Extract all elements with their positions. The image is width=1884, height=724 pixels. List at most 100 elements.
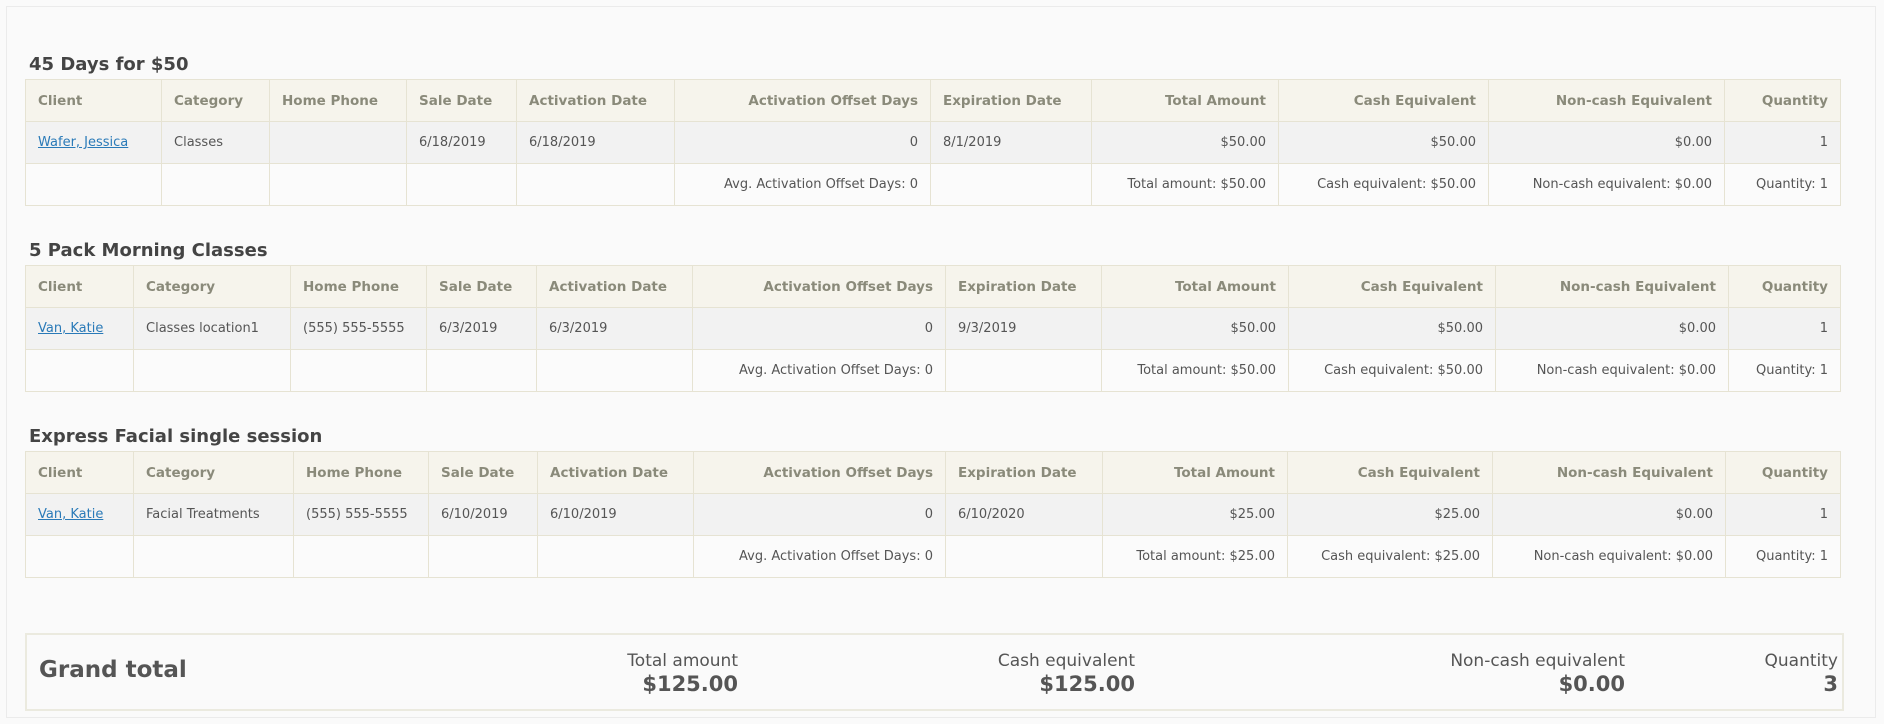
col-header-noncash-equivalent[interactable]: Non-cash Equivalent bbox=[1495, 265, 1729, 308]
col-header-sale-date[interactable]: Sale Date bbox=[406, 79, 517, 122]
grand-total-amount: Total amount $125.00 bbox=[627, 651, 738, 697]
col-header-category[interactable]: Category bbox=[161, 79, 270, 122]
col-header-cash-equivalent[interactable]: Cash Equivalent bbox=[1288, 265, 1496, 308]
cell-sale-date: 6/10/2019 bbox=[428, 493, 538, 536]
col-header-quantity[interactable]: Quantity bbox=[1725, 451, 1841, 494]
col-header-expiration-date[interactable]: Expiration Date bbox=[945, 451, 1103, 494]
col-header-quantity[interactable]: Quantity bbox=[1728, 265, 1841, 308]
table-header-row: Client Category Home Phone Sale Date Act… bbox=[25, 265, 1841, 308]
grand-quantity: Quantity 3 bbox=[1765, 651, 1838, 697]
cell-client: Van, Katie bbox=[25, 493, 134, 536]
cell-activation-date: 6/10/2019 bbox=[537, 493, 694, 536]
summary-noncash-equivalent: Non-cash equivalent: $0.00 bbox=[1495, 349, 1729, 392]
col-header-total-amount[interactable]: Total Amount bbox=[1091, 79, 1279, 122]
client-link[interactable]: Van, Katie bbox=[38, 507, 103, 522]
summary-row: Avg. Activation Offset Days: 0 Total amo… bbox=[25, 163, 1841, 206]
cell-quantity: 1 bbox=[1728, 307, 1841, 350]
col-header-client[interactable]: Client bbox=[25, 265, 134, 308]
cell-noncash-equivalent: $0.00 bbox=[1488, 121, 1725, 164]
col-header-category[interactable]: Category bbox=[133, 451, 294, 494]
summary-cash-equivalent: Cash equivalent: $25.00 bbox=[1287, 535, 1493, 578]
grand-total-panel: Grand total Total amount $125.00 Cash eq… bbox=[25, 633, 1844, 711]
grand-quantity-label: Quantity bbox=[1764, 651, 1838, 671]
summary-total-amount: Total amount: $50.00 bbox=[1091, 163, 1279, 206]
grand-noncash-equivalent-value: $0.00 bbox=[1558, 672, 1625, 696]
col-header-home-phone[interactable]: Home Phone bbox=[293, 451, 429, 494]
col-header-home-phone[interactable]: Home Phone bbox=[290, 265, 427, 308]
cell-home-phone: (555) 555-5555 bbox=[290, 307, 427, 350]
col-header-activation-date[interactable]: Activation Date bbox=[537, 451, 694, 494]
cell-total-amount: $50.00 bbox=[1101, 307, 1289, 350]
summary-noncash-equivalent: Non-cash equivalent: $0.00 bbox=[1492, 535, 1726, 578]
cell-quantity: 1 bbox=[1724, 121, 1841, 164]
grand-total-amount-label: Total amount bbox=[627, 651, 738, 671]
cell-noncash-equivalent: $0.00 bbox=[1495, 307, 1729, 350]
report-section: 5 Pack Morning Classes Client Category H… bbox=[25, 237, 1841, 392]
cell-quantity: 1 bbox=[1725, 493, 1841, 536]
grand-noncash-equivalent-label: Non-cash equivalent bbox=[1450, 651, 1625, 671]
col-header-sale-date[interactable]: Sale Date bbox=[426, 265, 537, 308]
cell-client: Van, Katie bbox=[25, 307, 134, 350]
cell-total-amount: $50.00 bbox=[1091, 121, 1279, 164]
summary-row: Avg. Activation Offset Days: 0 Total amo… bbox=[25, 349, 1841, 392]
col-header-home-phone[interactable]: Home Phone bbox=[269, 79, 407, 122]
col-header-offset-days[interactable]: Activation Offset Days bbox=[693, 451, 946, 494]
summary-quantity: Quantity: 1 bbox=[1728, 349, 1841, 392]
col-header-noncash-equivalent[interactable]: Non-cash Equivalent bbox=[1492, 451, 1726, 494]
cell-expiration-date: 9/3/2019 bbox=[945, 307, 1102, 350]
grand-noncash-equivalent: Non-cash equivalent $0.00 bbox=[1450, 651, 1625, 697]
grand-cash-equivalent-value: $125.00 bbox=[1039, 672, 1135, 696]
summary-avg-offset: Avg. Activation Offset Days: 0 bbox=[693, 535, 946, 578]
summary-row: Avg. Activation Offset Days: 0 Total amo… bbox=[25, 535, 1841, 578]
cell-sale-date: 6/3/2019 bbox=[426, 307, 537, 350]
col-header-total-amount[interactable]: Total Amount bbox=[1102, 451, 1288, 494]
col-header-quantity[interactable]: Quantity bbox=[1724, 79, 1841, 122]
col-header-offset-days[interactable]: Activation Offset Days bbox=[692, 265, 946, 308]
table-row: Wafer, Jessica Classes 6/18/2019 6/18/20… bbox=[25, 121, 1841, 164]
summary-cash-equivalent: Cash equivalent: $50.00 bbox=[1288, 349, 1496, 392]
col-header-activation-date[interactable]: Activation Date bbox=[516, 79, 675, 122]
grand-cash-equivalent: Cash equivalent $125.00 bbox=[998, 651, 1135, 697]
section-title: 45 Days for $50 bbox=[29, 54, 189, 75]
cell-category: Facial Treatments bbox=[133, 493, 294, 536]
col-header-cash-equivalent[interactable]: Cash Equivalent bbox=[1278, 79, 1489, 122]
summary-total-amount: Total amount: $50.00 bbox=[1101, 349, 1289, 392]
cell-offset-days: 0 bbox=[692, 307, 946, 350]
col-header-category[interactable]: Category bbox=[133, 265, 291, 308]
cell-expiration-date: 8/1/2019 bbox=[930, 121, 1092, 164]
col-header-total-amount[interactable]: Total Amount bbox=[1101, 265, 1289, 308]
col-header-expiration-date[interactable]: Expiration Date bbox=[945, 265, 1102, 308]
col-header-sale-date[interactable]: Sale Date bbox=[428, 451, 538, 494]
summary-avg-offset: Avg. Activation Offset Days: 0 bbox=[692, 349, 946, 392]
col-header-expiration-date[interactable]: Expiration Date bbox=[930, 79, 1092, 122]
report-table: Client Category Home Phone Sale Date Act… bbox=[25, 451, 1841, 578]
cell-home-phone bbox=[269, 121, 407, 164]
cell-activation-date: 6/3/2019 bbox=[536, 307, 693, 350]
client-link[interactable]: Van, Katie bbox=[38, 321, 103, 336]
col-header-activation-date[interactable]: Activation Date bbox=[536, 265, 693, 308]
cell-home-phone: (555) 555-5555 bbox=[293, 493, 429, 536]
col-header-cash-equivalent[interactable]: Cash Equivalent bbox=[1287, 451, 1493, 494]
col-header-offset-days[interactable]: Activation Offset Days bbox=[674, 79, 931, 122]
cell-noncash-equivalent: $0.00 bbox=[1492, 493, 1726, 536]
col-header-client[interactable]: Client bbox=[25, 79, 162, 122]
report-section: 45 Days for $50 Client Category Home Pho… bbox=[25, 51, 1841, 206]
table-row: Van, Katie Facial Treatments (555) 555-5… bbox=[25, 493, 1841, 536]
grand-quantity-value: 3 bbox=[1823, 672, 1838, 696]
client-link[interactable]: Wafer, Jessica bbox=[38, 135, 128, 150]
report-table: Client Category Home Phone Sale Date Act… bbox=[25, 265, 1841, 392]
table-header-row: Client Category Home Phone Sale Date Act… bbox=[25, 79, 1841, 122]
report-section: Express Facial single session Client Cat… bbox=[25, 423, 1841, 578]
col-header-client[interactable]: Client bbox=[25, 451, 134, 494]
section-title: Express Facial single session bbox=[29, 426, 323, 447]
cell-offset-days: 0 bbox=[693, 493, 946, 536]
summary-quantity: Quantity: 1 bbox=[1724, 163, 1841, 206]
cell-activation-date: 6/18/2019 bbox=[516, 121, 675, 164]
grand-total-amount-value: $125.00 bbox=[642, 672, 738, 696]
cell-client: Wafer, Jessica bbox=[25, 121, 162, 164]
table-header-row: Client Category Home Phone Sale Date Act… bbox=[25, 451, 1841, 494]
section-title: 5 Pack Morning Classes bbox=[29, 240, 268, 261]
grand-total-label: Grand total bbox=[39, 657, 187, 683]
col-header-noncash-equivalent[interactable]: Non-cash Equivalent bbox=[1488, 79, 1725, 122]
cell-offset-days: 0 bbox=[674, 121, 931, 164]
